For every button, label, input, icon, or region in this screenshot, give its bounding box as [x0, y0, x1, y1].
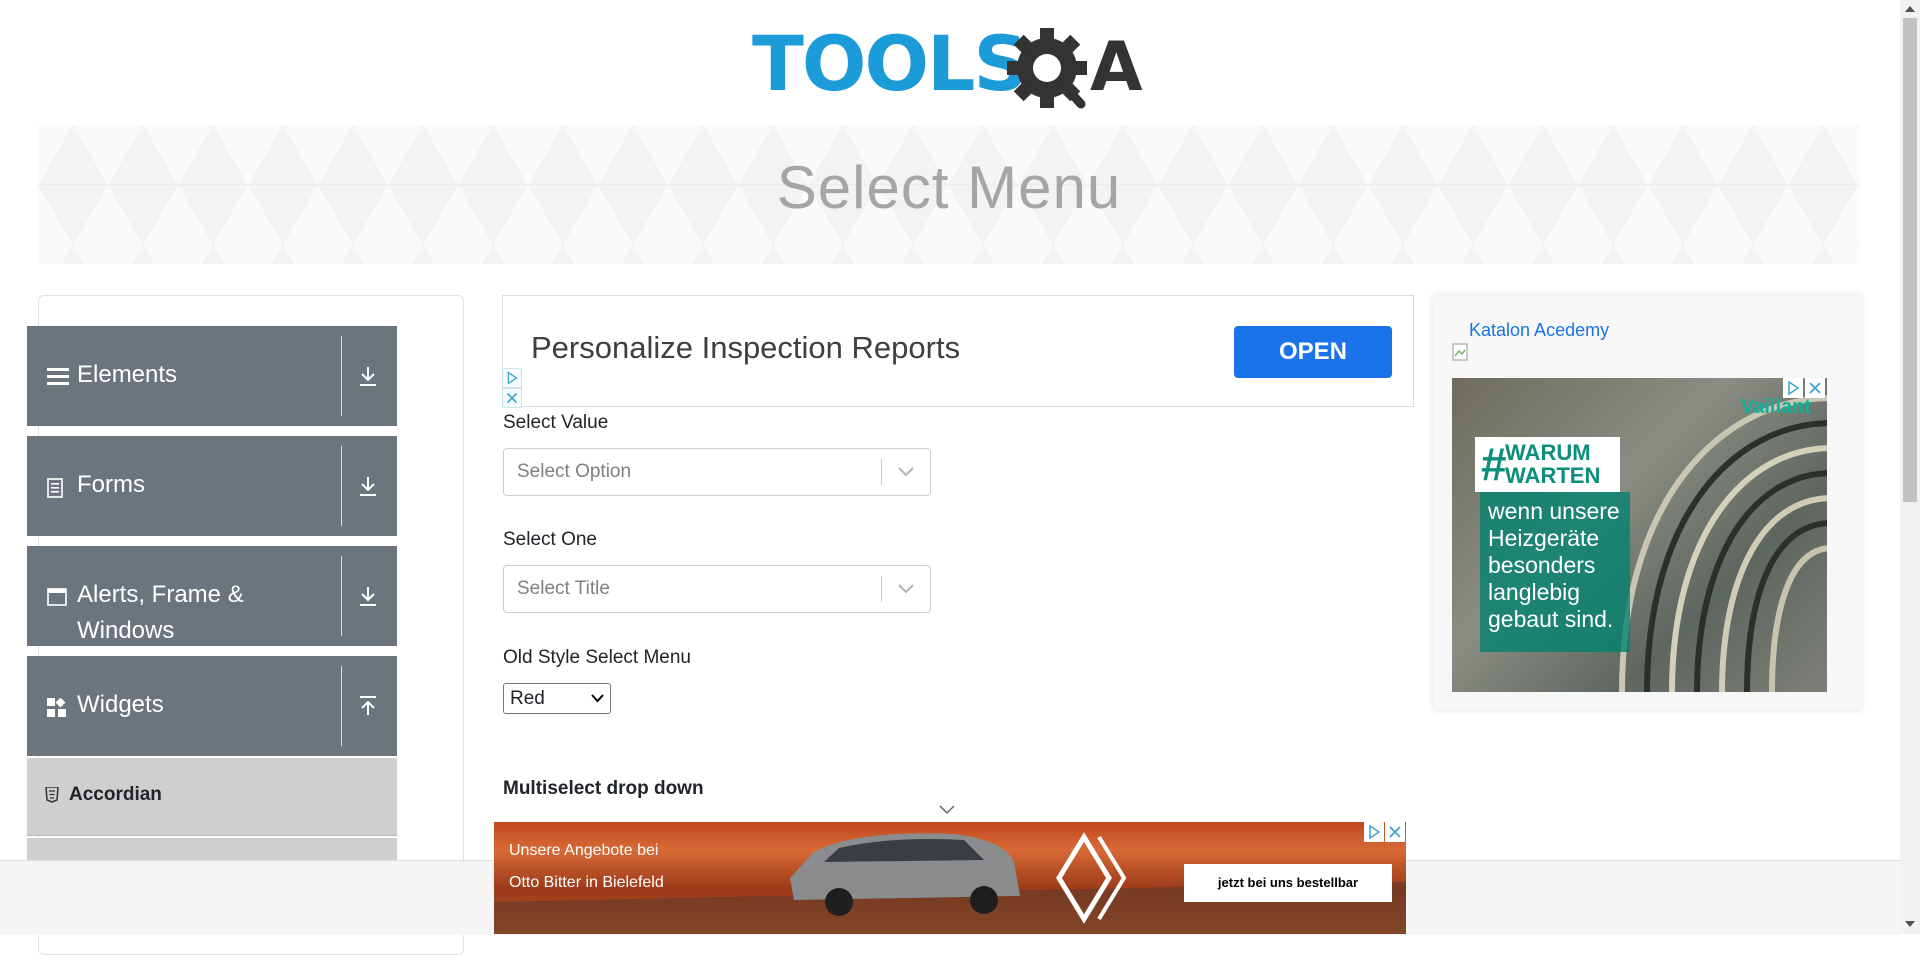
multiselect-heading: Multiselect drop down	[503, 778, 704, 799]
window-icon	[47, 588, 67, 606]
download-arrow-icon[interactable]	[356, 474, 380, 498]
select-one-placeholder: Select Title	[517, 578, 610, 599]
ad-line1: Unsere Angebote bei	[509, 842, 659, 859]
download-arrow-icon[interactable]	[356, 364, 380, 388]
toolsqa-logo[interactable]: TOOLS A	[752, 19, 1152, 112]
select-value-placeholder: Select Option	[517, 461, 632, 482]
select-value-dropdown[interactable]: Select Option	[503, 448, 931, 496]
vertical-scrollbar[interactable]	[1900, 0, 1920, 934]
sidebar-item-label: Accordian	[69, 784, 162, 805]
vaillant-brand: Vaillant	[1740, 396, 1811, 418]
ad-close-icon[interactable]	[502, 388, 522, 408]
widgets-icon	[47, 698, 66, 717]
sidebar-group-alerts-frame-windows[interactable]: Alerts, Frame & Windows	[27, 546, 397, 646]
scroll-down-icon[interactable]	[1905, 920, 1915, 928]
sidebar-group-elements[interactable]: Elements	[27, 326, 397, 426]
html5-icon	[45, 787, 59, 803]
divider	[341, 666, 342, 746]
katalon-link-text: Katalon Acedemy	[1469, 320, 1610, 340]
broken-image-icon	[1452, 343, 1468, 361]
divider	[341, 446, 342, 526]
ad-cta-button[interactable]: jetzt bei uns bestellbar	[1184, 864, 1392, 902]
divider	[341, 556, 342, 636]
download-arrow-icon[interactable]	[356, 584, 380, 608]
sidebar-group-widgets[interactable]: Widgets	[27, 656, 397, 756]
ad-headline: Personalize Inspection Reports	[531, 330, 961, 365]
ad-body-line: gebaut sind.	[1488, 606, 1614, 632]
sidebar-group-label-line1: Alerts, Frame &	[77, 581, 244, 608]
ad-close-icon[interactable]	[1805, 378, 1825, 398]
upload-arrow-icon[interactable]	[356, 694, 380, 718]
adchoices-icon[interactable]	[502, 368, 522, 388]
sidebar-group-label: Widgets	[77, 691, 164, 718]
advertisement-bottom[interactable]: Unsere Angebote bei Otto Bitter in Biele…	[494, 822, 1406, 934]
chevron-down-icon[interactable]	[897, 465, 915, 479]
hamburger-icon	[47, 368, 69, 385]
advertisement-top[interactable]: Personalize Inspection Reports OPEN	[502, 295, 1414, 408]
divider	[881, 576, 882, 602]
sidebar-group-label: Forms	[77, 471, 145, 498]
sidebar-group-label-line2: Windows	[77, 617, 175, 644]
page-title: Select Menu	[776, 154, 1122, 221]
scroll-up-icon[interactable]	[1905, 5, 1915, 13]
advertisement-right: Katalon Acedemy Vaillant # WARUM WARTEN	[1433, 295, 1861, 710]
select-value-label: Select Value	[503, 412, 609, 433]
sidebar-item-accordian[interactable]: Accordian	[27, 758, 397, 836]
document-icon	[47, 478, 63, 498]
sidebar-group-label: Elements	[77, 361, 178, 388]
chevron-down-icon	[591, 694, 604, 703]
select-one-dropdown[interactable]: Select Title	[503, 565, 931, 613]
katalon-academy-link[interactable]: Katalon Acedemy	[1452, 320, 1610, 361]
divider	[341, 336, 342, 416]
adchoices-icon[interactable]	[1783, 378, 1803, 398]
vaillant-ad[interactable]: Vaillant # WARUM WARTEN wenn unsere Heiz…	[1452, 378, 1827, 692]
ad-body-line: Heizgeräte	[1488, 525, 1600, 551]
logo-text: TOOLS	[752, 20, 1026, 108]
sidebar-group-forms[interactable]: Forms	[27, 436, 397, 536]
ad-close-icon[interactable]	[1385, 822, 1405, 842]
ad-tag: # WARUM WARTEN	[1475, 437, 1620, 492]
ad-tag-line2: WARTEN	[1505, 463, 1601, 488]
ad-line2: Otto Bitter in Bielefeld	[509, 874, 664, 891]
chevron-down-icon[interactable]	[938, 804, 956, 816]
ad-body-line: langlebig	[1488, 579, 1581, 605]
ad-body-line: wenn unsere	[1488, 498, 1620, 524]
divider	[881, 459, 882, 485]
ad-background-image	[1619, 395, 1827, 692]
ad-open-button[interactable]: OPEN	[1234, 326, 1392, 378]
ad-body: wenn unsere Heizgeräte besonders langleb…	[1480, 492, 1630, 652]
old-style-selected-value: Red	[510, 688, 545, 709]
old-style-select[interactable]: Red	[503, 683, 611, 714]
old-style-select-label: Old Style Select Menu	[503, 647, 691, 668]
ad-body-line: besonders	[1488, 552, 1596, 578]
scrollbar-thumb[interactable]	[1903, 18, 1917, 502]
ad-tag-line1: WARUM	[1505, 440, 1591, 465]
adchoices-icon[interactable]	[1364, 822, 1384, 842]
ad-tag-hash: #	[1481, 438, 1507, 490]
gear-icon	[1007, 28, 1087, 109]
page-banner: Select Menu	[38, 125, 1860, 264]
chevron-down-icon[interactable]	[897, 582, 915, 596]
select-one-label: Select One	[503, 529, 597, 550]
logo-suffix: A	[1090, 28, 1143, 107]
